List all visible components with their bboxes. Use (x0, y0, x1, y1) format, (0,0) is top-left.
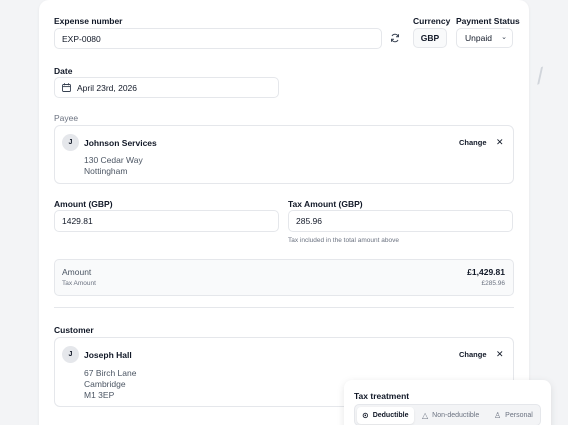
customer-name: Joseph Hall (84, 350, 132, 360)
date-value: April 23rd, 2026 (77, 82, 138, 93)
expense-number-input[interactable]: EXP-0080 (54, 28, 382, 49)
tax-hint: Tax included in the total amount above (288, 237, 399, 244)
currency-badge: GBP (413, 28, 447, 48)
date-picker[interactable]: April 23rd, 2026 (54, 77, 279, 98)
tax-amount-input[interactable]: 285.96 (288, 210, 513, 232)
warning-triangle-icon: △ (422, 411, 429, 420)
customer-label: Customer (54, 325, 94, 335)
close-icon[interactable]: ✕ (496, 137, 504, 148)
tax-option-label: Deductible (372, 412, 409, 419)
summary-tax-value: £285.96 (481, 280, 506, 287)
check-circle-icon: ⊙ (362, 411, 369, 420)
tax-option-label: Non-deductible (432, 412, 480, 419)
tax-treatment-segmented-control: ⊙ Deductible △ Non-deductible ♙ Personal (354, 404, 541, 425)
avatar: J (62, 346, 79, 363)
customer-address-line1: 67 Birch Lane (84, 368, 137, 378)
summary-tax-label: Tax Amount (62, 280, 96, 287)
amount-label: Amount (GBP) (54, 199, 113, 209)
decorative-slash-icon: ⁄ (534, 63, 547, 89)
payee-name: Johnson Services (84, 138, 157, 148)
summary-amount-value: £1,429.81 (467, 267, 505, 277)
amount-summary: Amount Tax Amount £1,429.81 £285.96 (54, 259, 514, 296)
tax-option-deductible[interactable]: ⊙ Deductible (357, 407, 414, 424)
chevron-down-icon: ⌄ (501, 34, 507, 41)
amount-input[interactable]: 1429.81 (54, 210, 279, 232)
date-label: Date (54, 66, 73, 76)
payee-change-button[interactable]: Change (459, 138, 487, 147)
payment-status-label: Payment Status (456, 16, 520, 26)
customer-address-line3: M1 3EP (84, 390, 115, 400)
customer-change-button[interactable]: Change (459, 350, 487, 359)
payee-address-line1: 130 Cedar Way (84, 155, 143, 165)
currency-label: Currency (413, 16, 451, 26)
payment-status-select[interactable]: Unpaid ⌄ (456, 28, 513, 48)
avatar: J (62, 134, 79, 151)
payee-address-line2: Nottingham (84, 166, 128, 176)
close-icon[interactable]: ✕ (496, 349, 504, 360)
payee-label: Payee (54, 113, 79, 123)
tax-option-non-deductible[interactable]: △ Non-deductible (417, 407, 484, 424)
divider (54, 307, 514, 308)
customer-address-line2: Cambridge (84, 379, 126, 389)
regenerate-icon[interactable] (388, 31, 402, 45)
person-icon: ♙ (494, 411, 502, 420)
tax-treatment-panel: Tax treatment ⊙ Deductible △ Non-deducti… (344, 380, 551, 425)
payee-card: J Johnson Services 130 Cedar Way Notting… (54, 125, 514, 184)
tax-amount-label: Tax Amount (GBP) (288, 199, 363, 209)
expense-number-label: Expense number (54, 16, 123, 26)
tax-option-label: Personal (505, 412, 533, 419)
tax-option-personal[interactable]: ♙ Personal (489, 407, 538, 424)
expense-form-card: Expense number EXP-0080 Currency GBP Pay… (39, 0, 529, 425)
summary-amount-label: Amount (62, 267, 92, 277)
tax-treatment-title: Tax treatment (354, 391, 410, 401)
payment-status-value: Unpaid (465, 33, 492, 43)
calendar-icon (62, 83, 71, 92)
